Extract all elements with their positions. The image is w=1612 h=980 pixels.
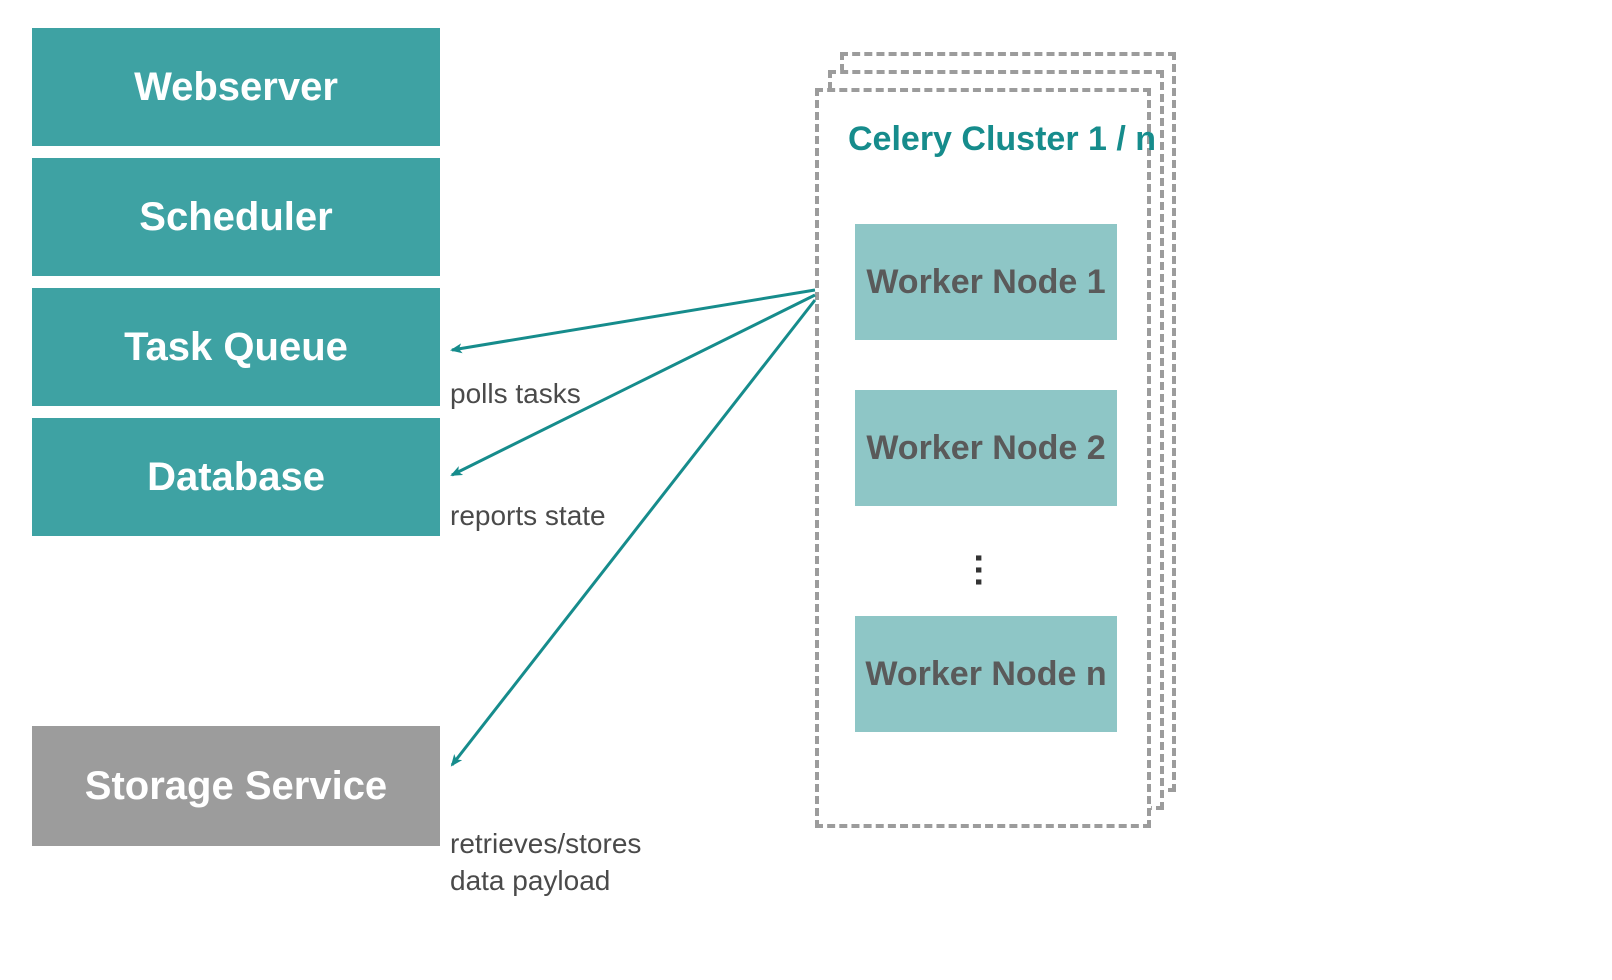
worker-ellipsis: ...	[967, 553, 1009, 589]
webserver-label: Webserver	[134, 65, 338, 110]
worker-2-label: Worker Node 2	[866, 429, 1105, 468]
task-queue-label: Task Queue	[124, 325, 348, 370]
database-box: Database	[32, 418, 440, 536]
worker-node-1: Worker Node 1	[855, 224, 1117, 340]
worker-1-label: Worker Node 1	[866, 263, 1105, 302]
retrieve-text: retrieves/stores data payload	[450, 828, 641, 895]
storage-label: Storage Service	[85, 764, 387, 809]
worker-node-n: Worker Node n	[855, 616, 1117, 732]
worker-node-2: Worker Node 2	[855, 390, 1117, 506]
database-label: Database	[147, 455, 325, 500]
reports-text: reports state	[450, 500, 606, 531]
storage-box: Storage Service	[32, 726, 440, 846]
retrieve-annotation: retrieves/stores data payload	[450, 790, 641, 899]
worker-n-label: Worker Node n	[865, 655, 1106, 694]
reports-annotation: reports state	[450, 498, 606, 534]
ellipsis-text: ...	[968, 553, 1009, 589]
polls-annotation: polls tasks	[450, 376, 581, 412]
scheduler-box: Scheduler	[32, 158, 440, 276]
cluster-title: Celery Cluster 1 / n	[848, 120, 1156, 159]
cluster-title-text: Celery Cluster 1 / n	[848, 120, 1156, 158]
task-queue-box: Task Queue	[32, 288, 440, 406]
polls-text: polls tasks	[450, 378, 581, 409]
scheduler-label: Scheduler	[139, 195, 332, 240]
webserver-box: Webserver	[32, 28, 440, 146]
